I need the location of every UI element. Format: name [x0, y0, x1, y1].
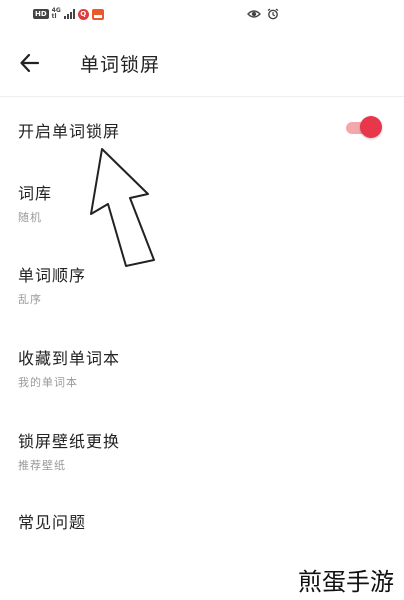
setting-title: 词库 [18, 184, 53, 203]
setting-subtitle: 随机 [18, 211, 42, 224]
setting-subtitle: 乱序 [18, 293, 42, 306]
setting-subtitle: 我的单词本 [18, 376, 78, 389]
setting-faq[interactable]: 常见问题 [0, 500, 404, 548]
eye-icon [247, 10, 261, 18]
status-right [247, 8, 279, 20]
toggle-knob [360, 116, 382, 138]
app-header: 单词锁屏 [0, 35, 404, 91]
signal-icon [63, 9, 75, 19]
hd-badge: HD [33, 9, 49, 19]
header-divider [0, 96, 404, 97]
setting-title: 锁屏壁纸更换 [18, 432, 121, 451]
notification-app-icon: Q [77, 8, 89, 20]
network-type: 4G tl [52, 8, 61, 20]
alarm-icon [267, 8, 279, 20]
arrow-left-icon [20, 53, 40, 73]
setting-subtitle: 推荐壁纸 [18, 459, 66, 472]
page-title: 单词锁屏 [80, 54, 161, 76]
back-button[interactable] [14, 49, 44, 77]
setting-word-library[interactable]: 词库 随机 [0, 170, 404, 238]
status-bar: HD 4G tl Q [0, 0, 404, 30]
setting-title: 常见问题 [18, 513, 87, 532]
status-left: HD 4G tl Q [33, 8, 104, 20]
setting-save-to-wordbook[interactable]: 收藏到单词本 我的单词本 [0, 335, 404, 403]
setting-wallpaper[interactable]: 锁屏壁纸更换 推荐壁纸 [0, 418, 404, 486]
setting-title: 收藏到单词本 [18, 349, 121, 368]
setting-word-order[interactable]: 单词顺序 乱序 [0, 252, 404, 320]
setting-title: 开启单词锁屏 [18, 122, 121, 141]
setting-title: 单词顺序 [18, 266, 87, 285]
watermark-text: 煎蛋手游 [298, 568, 394, 596]
network-type-bottom: tl [51, 13, 57, 20]
enable-lockscreen-toggle[interactable] [344, 116, 384, 138]
notification-app-icon-2 [91, 8, 104, 20]
annotation-arrow-icon [90, 148, 155, 267]
